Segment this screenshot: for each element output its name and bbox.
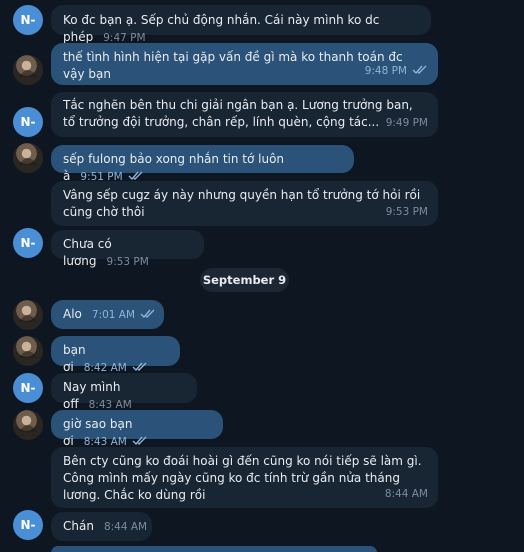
- avatar[interactable]: [13, 300, 43, 330]
- message-bubble[interactable]: Alo 7:01 AM: [51, 300, 164, 329]
- message-time: 7:01 AM: [91, 309, 136, 321]
- avatar-photo: [19, 351, 37, 358]
- message-bubble[interactable]: Chưa có lương 9:53 PM: [51, 230, 204, 268]
- chat-history[interactable]: N- Ko đc bạn ạ. Sếp chủ động nhắn. Cái n…: [0, 0, 524, 552]
- message-bubble[interactable]: Bên cty cũng ko đoái hoài gì đến cũng ko…: [51, 447, 438, 508]
- message-row: Alo 7:01 AM: [0, 300, 524, 330]
- avatar[interactable]: [13, 143, 43, 173]
- avatar[interactable]: [13, 410, 43, 440]
- message-text: bạn ơi: [63, 343, 86, 374]
- message-row: thế tình hình hiện tại gặp vấn đề gì mà …: [0, 43, 524, 85]
- avatar-photo: [19, 158, 37, 165]
- message-meta: 7:01 AM: [92, 309, 156, 321]
- avatar-photo: [19, 315, 37, 322]
- message-row: Vâng sếp cugz áy này nhưng quyền hạn tổ …: [0, 181, 524, 226]
- avatar[interactable]: N-: [13, 228, 43, 258]
- message-row: bạn ơi 8:42 AM: [0, 336, 524, 374]
- message-text: Tắc nghẽn bên thu chi giải ngân bạn ạ. L…: [63, 98, 413, 129]
- message-bubble[interactable]: Vâng sếp cugz áy này nhưng quyền hạn tổ …: [51, 181, 438, 226]
- message-text: Vâng sếp cugz áy này nhưng quyền hạn tổ …: [63, 188, 421, 219]
- avatar[interactable]: N-: [13, 107, 43, 137]
- message-time: 9:49 PM: [385, 117, 428, 129]
- message-text: Chưa có lương: [63, 237, 112, 268]
- message-bubble[interactable]: giờ sao bạn ơi 8:43 AM: [51, 410, 223, 448]
- double-check-icon: [132, 362, 147, 372]
- double-check-icon: [140, 309, 155, 319]
- avatar[interactable]: N-: [13, 373, 43, 403]
- avatar[interactable]: [13, 336, 43, 366]
- message-bubble[interactable]: Chán 8:44 AM: [51, 512, 152, 541]
- message-time: 9:53 PM: [106, 256, 149, 268]
- message-bubble[interactable]: thế tình hình hiện tại gặp vấn đề gì mà …: [51, 43, 438, 85]
- message-row: N- Tắc nghẽn bên thu chi giải ngân bạn ạ…: [0, 92, 524, 137]
- double-check-icon: [128, 171, 143, 181]
- date-separator: September 9: [200, 268, 289, 292]
- message-bubble[interactable]: bạn ơi 8:42 AM: [51, 336, 180, 374]
- message-text: Bên cty cũng ko đoái hoài gì đến cũng ko…: [63, 454, 422, 502]
- avatar[interactable]: [13, 55, 43, 85]
- message-bubble[interactable]: Nay mình off 8:43 AM: [51, 373, 197, 411]
- message-row: N- Nay mình off 8:43 AM: [0, 373, 524, 411]
- avatar-photo: [19, 70, 37, 77]
- double-check-icon: [132, 436, 147, 446]
- message-bubble[interactable]: Tắc nghẽn bên thu chi giải ngân bạn ạ. L…: [51, 92, 438, 137]
- message-time: 9:48 PM: [364, 65, 407, 77]
- message-text: thế tình hình hiện tại gặp vấn đề gì mà …: [63, 50, 403, 81]
- message-time: 8:44 AM: [103, 521, 148, 533]
- message-row: sếp fulong bảo xong nhắn tin tớ luôn à 9:…: [0, 143, 524, 183]
- message-row: N- Chán 8:44 AM: [0, 510, 524, 541]
- message-row: giờ sao bạn ơi 8:43 AM: [0, 410, 524, 448]
- message-text: Alo: [63, 307, 82, 321]
- message-time: 8:44 AM: [384, 488, 428, 500]
- message-meta: 9:48 PM: [365, 63, 428, 80]
- message-text: Chán: [63, 519, 94, 533]
- message-row: N- Chưa có lương 9:53 PM: [0, 228, 524, 268]
- avatar[interactable]: N-: [13, 510, 43, 540]
- message-bubble[interactable]: Ko đc bạn ạ. Sếp chủ động nhắn. Cái này …: [51, 5, 431, 44]
- message-row: Bên cty cũng ko đoái hoài gì đến cũng ko…: [0, 447, 524, 508]
- double-check-icon: [412, 65, 427, 75]
- avatar-photo: [19, 425, 37, 432]
- message-time: 9:53 PM: [385, 206, 428, 218]
- message-row: N- Ko đc bạn ạ. Sếp chủ động nhắn. Cái n…: [0, 5, 524, 44]
- avatar[interactable]: N-: [13, 5, 43, 35]
- message-bubble-partial[interactable]: [51, 546, 377, 552]
- message-bubble[interactable]: sếp fulong bảo xong nhắn tin tớ luôn à 9:…: [51, 145, 354, 183]
